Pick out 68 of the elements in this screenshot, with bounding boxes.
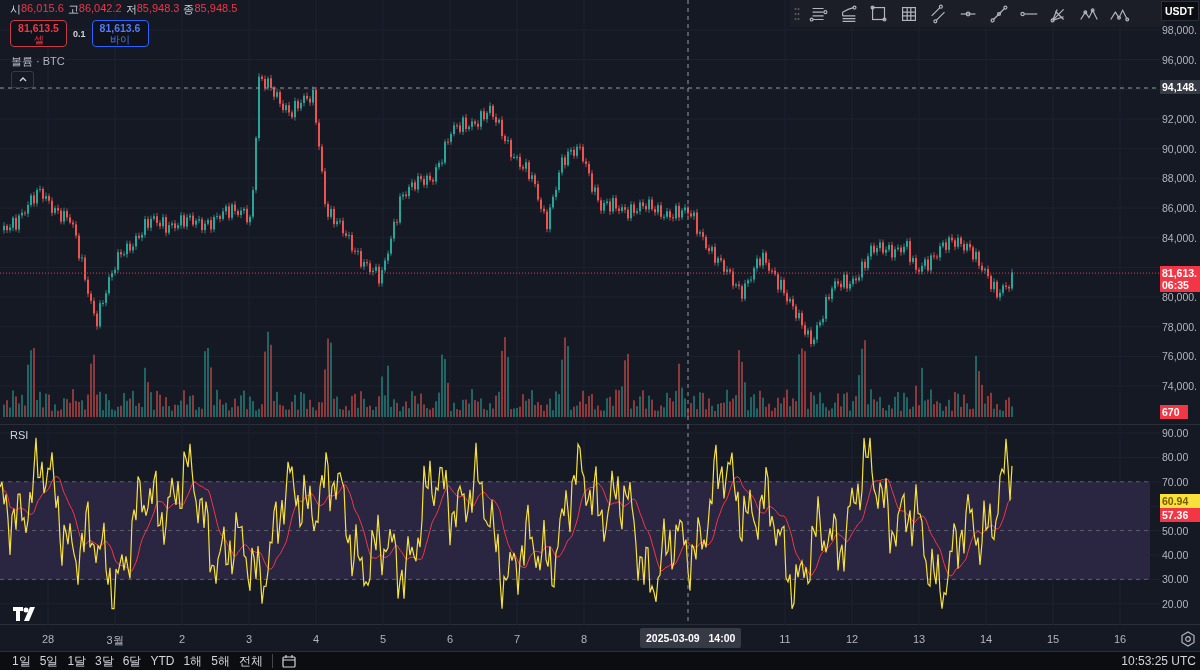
volume-legend: 볼륨 · BTC bbox=[11, 54, 65, 69]
date-label: 5 bbox=[379, 633, 387, 645]
legend-value: 86,015.6 bbox=[21, 2, 64, 14]
price-label: 86,000. bbox=[1162, 202, 1198, 214]
volume-label: 670 bbox=[1160, 405, 1188, 419]
buy-button[interactable]: 81,613.6 바이 bbox=[91, 20, 149, 47]
crosshair-price-label: 94,148. bbox=[1160, 80, 1200, 94]
sell-button[interactable]: 81,613.5 셀 bbox=[10, 20, 67, 47]
legend-label: 고 bbox=[67, 2, 79, 17]
calendar-icon[interactable] bbox=[281, 654, 296, 668]
date-label: 3 bbox=[245, 633, 253, 645]
trend-line-icon[interactable] bbox=[987, 2, 1010, 25]
currency-label[interactable]: USDT bbox=[1161, 1, 1199, 21]
legend-value: 85,948.5 bbox=[194, 2, 238, 16]
date-label: 16 bbox=[1113, 633, 1127, 645]
crosshair-date-label: 2025-03-09 14:00 bbox=[640, 628, 742, 648]
chevron-up-icon bbox=[18, 77, 27, 82]
date-label: 8 bbox=[580, 633, 588, 645]
range-button[interactable]: 6달 bbox=[122, 654, 142, 668]
drag-handle-icon[interactable] bbox=[794, 6, 800, 21]
settings-icon[interactable] bbox=[1180, 631, 1196, 647]
rsi-label: 50.00 bbox=[1162, 524, 1189, 537]
range-button[interactable]: 1달 bbox=[67, 654, 87, 668]
price-label: 76,000. bbox=[1162, 350, 1198, 363]
rsi-label: 40.00 bbox=[1162, 549, 1189, 561]
legend-value: 86,042.2 bbox=[78, 2, 122, 16]
date-label: 13 bbox=[912, 633, 926, 645]
range-button[interactable]: 1일 bbox=[12, 654, 31, 668]
date-label: 3월 bbox=[106, 633, 124, 648]
price-label: 88,000. bbox=[1162, 172, 1198, 185]
range-button[interactable]: 5일 bbox=[39, 654, 59, 668]
price-label: 90,000. bbox=[1162, 142, 1198, 155]
date-label: 11 bbox=[779, 633, 791, 645]
date-label: 2 bbox=[178, 633, 186, 645]
clock: 10:53:25 UTC bbox=[1121, 654, 1196, 668]
rsi-title: RSI bbox=[10, 429, 29, 441]
date-label: 28 bbox=[41, 633, 55, 645]
price-label: 78,000. bbox=[1162, 320, 1198, 333]
last-price-label: 81,613. 06:35 bbox=[1160, 266, 1200, 293]
rsi-label: 20.00 bbox=[1162, 597, 1189, 610]
date-label: 4 bbox=[312, 633, 320, 645]
range-button[interactable]: 3달 bbox=[95, 654, 114, 668]
price-label: 92,000. bbox=[1162, 113, 1198, 125]
price-label: 74,000. bbox=[1162, 380, 1198, 393]
range-button[interactable]: 전체 bbox=[238, 654, 263, 668]
rsi-label: 80.00 bbox=[1162, 451, 1189, 464]
legend-label: 시 bbox=[10, 2, 21, 17]
range-button[interactable]: 1해 bbox=[183, 654, 203, 668]
date-label: 14 bbox=[979, 633, 993, 645]
date-label: 12 bbox=[845, 633, 859, 645]
range-button[interactable]: YTD bbox=[150, 654, 175, 668]
legend-label: 종 bbox=[183, 2, 195, 17]
price-label: 96,000. bbox=[1162, 53, 1198, 66]
range-button[interactable]: 5해 bbox=[211, 654, 230, 668]
price-label: 84,000. bbox=[1162, 231, 1198, 244]
date-label: 6 bbox=[446, 633, 454, 645]
legend-value: 85,948.3 bbox=[136, 2, 180, 14]
price-label: 80,000. bbox=[1162, 291, 1198, 303]
spread-value: 0.1 bbox=[73, 28, 86, 39]
price-label: 98,000. bbox=[1162, 24, 1198, 36]
date-label: 7 bbox=[513, 633, 521, 645]
rsi-label: 70.00 bbox=[1162, 475, 1189, 488]
date-label: 15 bbox=[1046, 633, 1060, 645]
rsi-label: 30.00 bbox=[1162, 573, 1189, 586]
rsi-label: 90.00 bbox=[1162, 427, 1189, 439]
collapse-button[interactable] bbox=[11, 71, 34, 88]
legend-label: 저 bbox=[125, 2, 137, 17]
rsi-value-label: 60.94 bbox=[1160, 493, 1200, 508]
